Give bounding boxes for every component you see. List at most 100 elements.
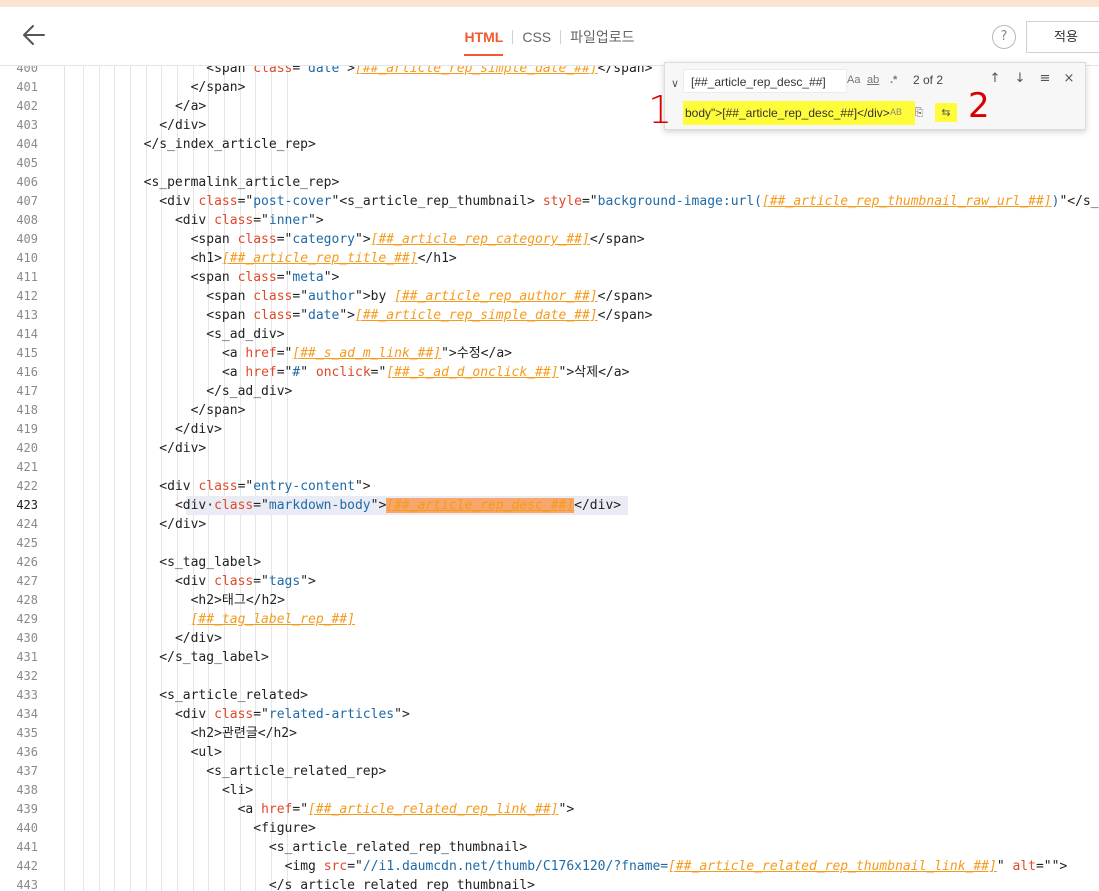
code-line[interactable]: 414 <s_ad_div> [0,325,1099,344]
match-case-toggle[interactable]: Aa [847,74,860,86]
line-number: 406 [16,175,38,189]
line-number: 419 [16,422,38,436]
code-line[interactable]: 440 <figure> [0,819,1099,838]
close-icon[interactable]: × [1060,70,1078,88]
code-text: <span class="author">by [##_article_rep_… [206,287,652,306]
code-token: </div> [159,441,207,456]
code-line[interactable]: 419 </div> [0,420,1099,439]
line-number: 415 [16,346,38,360]
code-text: <div class="post-cover"<s_article_rep_th… [159,192,1099,211]
code-line[interactable]: 415 <a href="[##_s_ad_m_link_##]">수정</a> [0,344,1099,363]
code-line[interactable]: 409 <span class="category">[##_article_re… [0,230,1099,249]
code-token: ">수정</a> [441,346,512,361]
code-token: <span [190,270,238,285]
replace-input[interactable]: body">[##_article_rep_desc_##]</div> [683,101,915,125]
code-text: <div·class="markdown-body">[##_article_r… [175,496,621,515]
code-line[interactable]: 423 <div·class="markdown-body">[##_articl… [0,496,1099,515]
code-line[interactable]: 435 <h2>관련글</h2> [0,724,1099,743]
code-line[interactable]: 431 </s_tag_label> [0,648,1099,667]
tab-html[interactable]: HTML [455,29,512,56]
code-line[interactable]: 427 <div class="tags"> [0,572,1099,591]
line-number: 427 [16,574,38,588]
code-line[interactable]: 420 </div> [0,439,1099,458]
code-line[interactable]: 429 [##_tag_label_rep_##] [0,610,1099,629]
code-line[interactable]: 428 <h2>태그</h2> [0,591,1099,610]
chevron-icon[interactable]: ∨ [671,77,681,90]
code-token: </s_ad_div> [206,384,293,399]
preserve-case-toggle[interactable]: AB [890,107,902,117]
code-line[interactable]: 407 <div class="post-cover"<s_article_rep… [0,192,1099,211]
code-line[interactable]: 418 </span> [0,401,1099,420]
code-editor[interactable]: 400 <span class="date">[##_article_rep_si… [0,66,1099,891]
code-text: <span class="category">[##_article_rep_c… [191,230,645,249]
replace-icon[interactable]: ⎘ [911,105,927,121]
code-token: class [214,213,254,228]
code-text: <s_tag_label> [159,553,261,572]
code-line[interactable]: 413 <span class="date">[##_article_rep_si… [0,306,1099,325]
code-line[interactable]: 443 </s_article_related_rep_thumbnail> [0,876,1099,891]
replace-all-icon[interactable]: ⇆ [935,103,957,122]
code-line[interactable]: 430 </div> [0,629,1099,648]
code-token: class [198,194,238,209]
code-line[interactable]: 421 [0,458,1099,477]
code-line[interactable]: 411 <span class="meta"> [0,268,1099,287]
code-text: </a> [175,97,206,116]
help-icon[interactable]: ? [992,25,1016,49]
code-line[interactable]: 437 <s_article_related_rep> [0,762,1099,781]
code-token: </div> [174,422,222,437]
arrow-down-icon[interactable]: ↓ [1011,70,1029,88]
line-number: 433 [16,688,38,702]
find-input[interactable]: [##_article_rep_desc_##] [683,69,847,93]
code-line[interactable]: 425 [0,534,1099,553]
code-token: =" [292,289,309,304]
code-line[interactable]: 434 <div class="related-articles"> [0,705,1099,724]
code-token: "> [300,574,316,589]
code-line[interactable]: 404 </s_index_article_rep> [0,135,1099,154]
code-line[interactable]: 438 <li> [0,781,1099,800]
code-line[interactable]: 424 </div> [0,515,1099,534]
code-line[interactable]: 406 <s_permalink_article_rep> [0,173,1099,192]
code-token: //i1.daumcdn.net/thumb/C176x120/?fname= [362,859,669,874]
code-token: </s_index_article_rep> [143,137,316,152]
editor-header: HTML CSS 파일업로드 ? 적용 [0,7,1099,66]
code-token: "> [394,707,410,722]
code-token: "> [354,479,371,494]
code-line[interactable]: 433 <s_article_related> [0,686,1099,705]
code-token: [##_article_rep_category_##] [370,232,590,247]
code-token: "> [558,802,575,817]
selection-icon[interactable]: ≡ [1036,70,1054,88]
tab-css[interactable]: CSS [513,29,560,45]
code-line[interactable]: 422 <div class="entry-content"> [0,477,1099,496]
code-text: <span class="date">[##_article_rep_simpl… [206,66,652,78]
code-line[interactable]: 416 <a href="#" onclick="[##_s_ad_d_oncli… [0,363,1099,382]
code-line[interactable]: 432 [0,667,1099,686]
code-line[interactable]: 405 [0,154,1099,173]
line-number: 413 [16,308,38,322]
code-line[interactable]: 442 <img src="//i1.daumcdn.net/thumb/C176… [0,857,1099,876]
apply-button[interactable]: 적용 [1026,21,1099,53]
code-token: [##_s_ad_m_link_##] [292,346,442,361]
code-line[interactable]: 436 <ul> [0,743,1099,762]
code-token: class [253,66,293,76]
code-token: <span [206,308,254,323]
code-line[interactable]: 408 <div class="inner"> [0,211,1099,230]
code-line[interactable]: 441 <s_article_related_rep_thumbnail> [0,838,1099,857]
code-token: <s_article_related_rep_thumbnail> [268,840,528,855]
code-token: ">삭제</a> [558,365,630,380]
code-line[interactable]: 410 <h1>[##_article_rep_title_##]</h1> [0,249,1099,268]
code-line[interactable]: 417 </s_ad_div> [0,382,1099,401]
code-line[interactable]: 426 <s_tag_label> [0,553,1099,572]
code-line[interactable]: 439 <a href="[##_article_related_rep_link… [0,800,1099,819]
line-number: 412 [16,289,38,303]
code-text: <span class="meta"> [191,268,340,287]
line-number: 434 [16,707,38,721]
line-number: 436 [16,745,38,759]
tab-file-upload[interactable]: 파일업로드 [561,27,643,47]
code-text: <s_article_related_rep> [206,762,386,781]
code-token: [##_article_related_rep_link_##] [308,802,559,817]
regex-toggle[interactable]: .* [890,74,897,86]
whole-word-toggle[interactable]: ab [867,74,879,86]
line-number: 430 [16,631,38,645]
code-token: <div [174,707,215,722]
code-line[interactable]: 412 <span class="author">by [##_article_r… [0,287,1099,306]
